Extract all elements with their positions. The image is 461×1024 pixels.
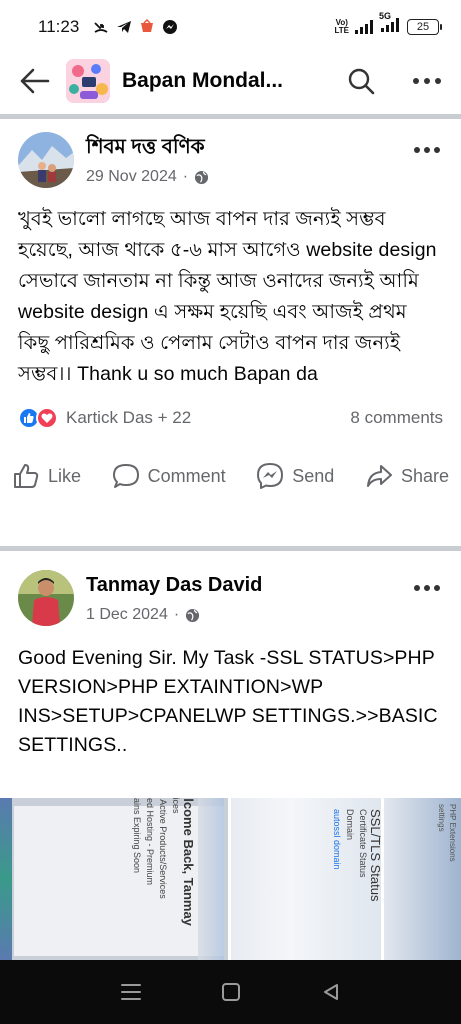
photo-text-line: Shared Hosting - Premium: [145, 798, 155, 886]
share-button[interactable]: Share: [365, 462, 449, 490]
volte-indicator: Vo) LTE: [334, 18, 349, 35]
post-photos: Welcome Back, Tanmay Services Your Activ…: [0, 798, 461, 960]
more-horizontal-icon: [414, 585, 440, 591]
photo-text-line: autossl domain: [332, 809, 342, 870]
post-photo[interactable]: SSL/TLS Status Certificate Status Domain…: [231, 798, 381, 960]
post-header: Tanmay Das David 1 Dec 2024 ·: [0, 570, 461, 626]
arrow-left-icon: [20, 68, 50, 94]
post-photo[interactable]: PHP Extensions settings: [384, 798, 461, 960]
group-avatar[interactable]: [66, 59, 110, 103]
photo-text-line: Welcome Back, Tanmay: [181, 798, 196, 926]
system-nav-bar: [0, 960, 461, 1024]
feed-divider: [0, 546, 461, 551]
photo-text-line: Domains Expiring Soon: [132, 798, 142, 874]
like-button[interactable]: Like: [12, 462, 81, 490]
send-label: Send: [292, 465, 335, 486]
comment-button[interactable]: Comment: [112, 462, 226, 490]
post-photo[interactable]: Welcome Back, Tanmay Services Your Activ…: [0, 798, 228, 960]
triangle-back-icon[interactable]: [321, 982, 341, 1002]
avatar-photo-icon: [18, 570, 74, 626]
reaction-names[interactable]: Kartick Das + 22: [66, 408, 191, 428]
globe-icon: [186, 608, 200, 622]
reactions-row[interactable]: Kartick Das + 22 8 comments: [0, 404, 461, 432]
post-subline: 29 Nov 2024 ·: [86, 168, 209, 186]
author-name[interactable]: Tanmay Das David: [86, 572, 262, 598]
back-button[interactable]: [14, 61, 54, 101]
post-subline: 1 Dec 2024 ·: [86, 606, 262, 624]
photo-text-line: PHP Extensions: [448, 804, 457, 862]
send-button[interactable]: Send: [256, 462, 334, 490]
signal-5g: 5G: [379, 11, 401, 37]
separator: ·: [173, 606, 180, 623]
avatar[interactable]: [18, 132, 74, 188]
avatar[interactable]: [18, 570, 74, 626]
post-options-button[interactable]: [411, 138, 443, 162]
comment-label: Comment: [147, 465, 226, 486]
messenger-icon: [163, 20, 178, 34]
system-icons: Vo) LTE 5G 25: [334, 11, 442, 37]
app-notification-icon: [141, 19, 154, 32]
comments-count[interactable]: 8 comments: [350, 408, 443, 428]
photo-text-line: settings: [437, 804, 446, 832]
post-actions: Like Comment Send Share: [0, 460, 461, 492]
post-card: Tanmay Das David 1 Dec 2024 · Good Eveni…: [0, 570, 461, 760]
post-meta: Tanmay Das David 1 Dec 2024 ·: [86, 570, 262, 624]
photo-text-line: Domain: [345, 809, 355, 841]
author-name[interactable]: শিবম দত্ত বণিক: [86, 134, 209, 160]
feed-divider: [0, 114, 461, 119]
messenger-send-icon: [257, 463, 284, 489]
post-meta: শিবম দত্ত বণিক 29 Nov 2024 ·: [86, 132, 209, 186]
thumbs-up-icon: [14, 464, 39, 488]
app-header: Bapan Mondal...: [0, 54, 461, 108]
love-reaction-icon: [36, 407, 58, 429]
separator: ·: [182, 168, 189, 185]
more-options-button[interactable]: [407, 61, 447, 101]
more-horizontal-icon: [413, 78, 441, 84]
photo-text-line: SSL/TLS Status: [368, 809, 381, 902]
search-icon: [348, 68, 375, 95]
page-title[interactable]: Bapan Mondal...: [122, 69, 283, 93]
battery-indicator: 25: [407, 19, 442, 35]
post-date[interactable]: 29 Nov 2024: [86, 168, 177, 186]
missed-call-icon: [94, 22, 108, 33]
status-time: 11:23: [38, 17, 80, 36]
share-label: Share: [400, 465, 449, 486]
post-card: শিবম দত্ত বণিক 29 Nov 2024 · খুবই ভালো ল…: [0, 132, 461, 492]
post-date[interactable]: 1 Dec 2024: [86, 606, 168, 624]
post-options-button[interactable]: [411, 576, 443, 600]
post-text: খুবই ভালো লাগছে আজ বাপন দার জন্যই সম্ভব …: [18, 208, 437, 385]
avatar-photo-icon: [18, 132, 74, 188]
photo-text-line: Your Active Products/Services: [158, 798, 168, 899]
notification-icons: [93, 19, 178, 35]
square-icon[interactable]: [221, 982, 241, 1002]
post-text: Good Evening Sir. My Task -SSL STATUS>PH…: [18, 647, 438, 756]
status-bar: 11:23 Vo) LTE 5G 25: [0, 0, 461, 54]
like-label: Like: [48, 465, 82, 486]
more-horizontal-icon: [414, 147, 440, 153]
post-header: শিবম দত্ত বণিক 29 Nov 2024 ·: [0, 132, 461, 188]
share-icon: [366, 465, 392, 487]
telegram-icon: [117, 21, 132, 33]
signal-icon: [355, 20, 373, 34]
reaction-icons: [18, 407, 58, 429]
comment-icon: [112, 464, 139, 488]
group-artwork-icon: [66, 59, 110, 103]
search-button[interactable]: [341, 61, 381, 101]
menu-icon[interactable]: [120, 982, 142, 1002]
globe-icon: [195, 170, 209, 184]
